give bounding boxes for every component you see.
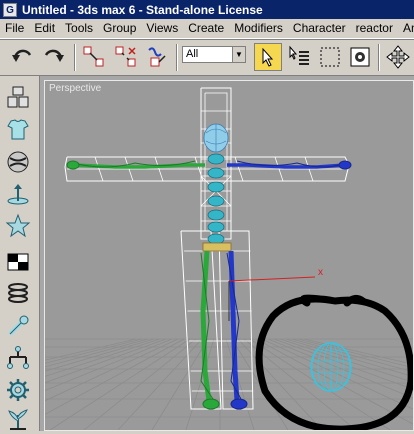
undo-icon[interactable]: [8, 43, 36, 71]
rectangular-selection-region-icon[interactable]: [316, 43, 344, 71]
cloth-icon[interactable]: [4, 116, 32, 144]
annotation-stroke: [255, 294, 413, 430]
biped-right-leg: [228, 250, 240, 402]
bind-to-space-warp-icon[interactable]: [144, 43, 172, 71]
redo-icon[interactable]: [40, 43, 68, 71]
toolbar-separator: [176, 44, 178, 71]
egg-object: [310, 342, 352, 392]
egg-outline: [310, 342, 352, 392]
menu-tools[interactable]: Tools: [60, 19, 98, 38]
toolbar-separator: [74, 44, 76, 71]
biped-spine-segment: [207, 153, 225, 165]
toolbar-separator: [378, 44, 380, 71]
menu-bar: File Edit Tools Group Views Create Modif…: [0, 19, 414, 39]
viewport-scene: x: [45, 87, 413, 430]
menu-edit[interactable]: Edit: [29, 19, 60, 38]
menu-views[interactable]: Views: [141, 19, 183, 38]
app-icon: G: [3, 2, 17, 17]
biped-pelvis: [202, 242, 232, 252]
annotation-circle: [255, 294, 413, 430]
helper-star-icon[interactable]: [4, 212, 32, 240]
select-object-icon[interactable]: [254, 43, 282, 71]
egg-meridian: [329, 342, 333, 392]
menu-reactor[interactable]: reactor: [351, 19, 398, 38]
unlink-selection-icon[interactable]: [112, 43, 140, 71]
select-and-link-icon[interactable]: [80, 43, 108, 71]
gear-icon[interactable]: [4, 376, 32, 404]
menu-animation[interactable]: Anima: [398, 19, 414, 38]
select-by-name-icon[interactable]: [286, 43, 314, 71]
biped-spine-segment: [207, 233, 225, 245]
axis-x-line: [228, 276, 316, 282]
perspective-viewport[interactable]: Perspective x: [44, 80, 414, 431]
menu-file[interactable]: File: [0, 19, 29, 38]
viewport-grid: [45, 338, 413, 430]
selection-filter-dropdown[interactable]: All ▼: [182, 46, 246, 63]
hierarchy-icon[interactable]: [4, 344, 32, 372]
biped-figure: [66, 123, 352, 410]
biped-spine-segment: [207, 181, 225, 193]
material-sphere-icon[interactable]: [4, 148, 32, 176]
wrench-icon[interactable]: [4, 312, 32, 340]
biped-spine-segment: [207, 195, 225, 207]
plant-icon[interactable]: [4, 406, 32, 434]
biped-left-foot: [202, 398, 220, 410]
checker-icon[interactable]: [4, 248, 32, 276]
select-and-move-icon[interactable]: [384, 43, 412, 71]
biped-spine-segment: [207, 209, 225, 221]
menu-group[interactable]: Group: [98, 19, 141, 38]
spring-icon[interactable]: [4, 280, 32, 308]
selection-filter-value: All: [186, 48, 199, 60]
main-toolbar: All ▼: [0, 39, 414, 76]
left-toolbar: [0, 76, 40, 431]
particle-icon[interactable]: [4, 180, 32, 208]
window-crossing-icon[interactable]: [346, 43, 374, 71]
menu-character[interactable]: Character: [288, 19, 351, 38]
biped-left-hand: [66, 160, 80, 170]
biped-right-foot: [230, 398, 248, 410]
menu-create[interactable]: Create: [183, 19, 229, 38]
window-title: Untitled - 3ds max 6 - Stand-alone Licen…: [22, 2, 263, 17]
biped-spine-segment: [207, 167, 225, 179]
biped-spine-segment: [207, 221, 225, 233]
chevron-down-icon: ▼: [232, 47, 245, 62]
biped-right-hand: [338, 160, 352, 170]
menu-modifiers[interactable]: Modifiers: [229, 19, 288, 38]
create-objects-icon[interactable]: [4, 84, 32, 112]
title-bar: G Untitled - 3ds max 6 - Stand-alone Lic…: [0, 0, 414, 19]
axis-x-label: x: [318, 267, 323, 278]
